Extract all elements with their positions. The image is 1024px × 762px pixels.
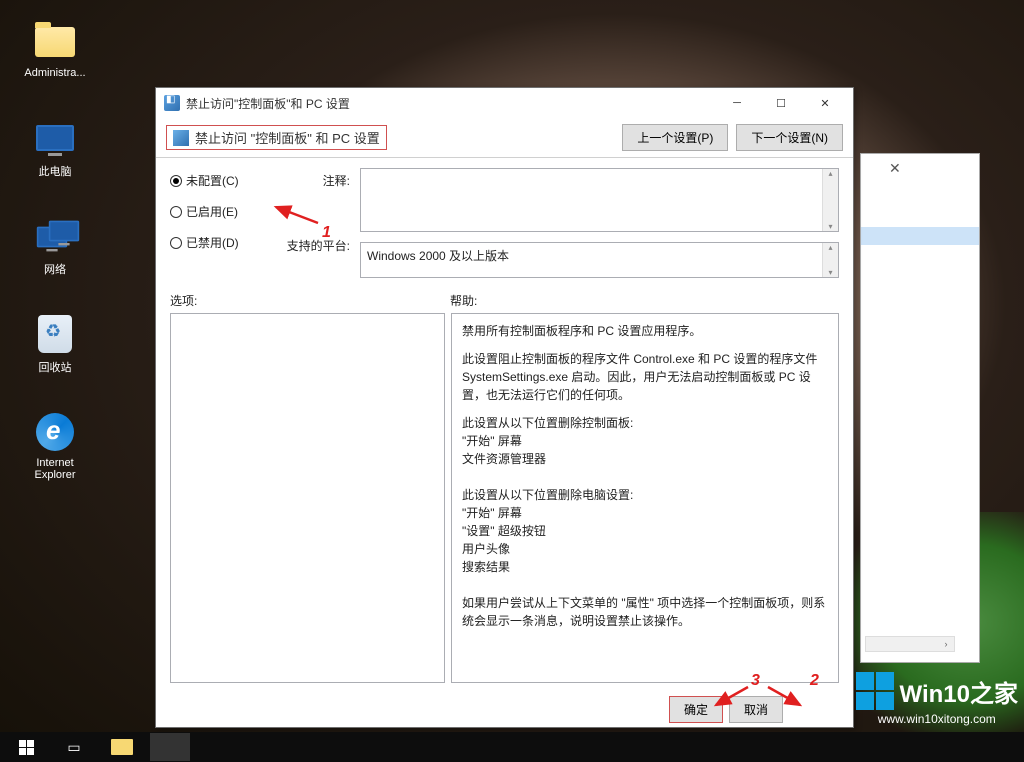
help-text: "开始" 屏幕 xyxy=(462,432,828,450)
desktop-icon-recycle-bin[interactable]: 回收站 xyxy=(20,312,90,375)
help-text: 禁用所有控制面板程序和 PC 设置应用程序。 xyxy=(462,322,828,340)
taskbar[interactable]: ▭ xyxy=(0,732,1024,762)
desktop-icon-label: Explorer xyxy=(20,469,90,481)
minimize-button[interactable]: ─ xyxy=(715,92,759,114)
policy-name-highlight: 禁止访问 "控制面板" 和 PC 设置 xyxy=(166,125,387,150)
ie-icon xyxy=(36,413,74,451)
watermark: Win10之家 www.win10xitong.com xyxy=(856,672,1018,726)
titlebar[interactable]: 禁止访问"控制面板"和 PC 设置 ─ ☐ ✕ xyxy=(156,88,853,118)
vertical-scrollbar[interactable]: ▴▾ xyxy=(822,169,838,231)
radio-dot-icon xyxy=(170,206,182,218)
help-text: 用户头像 xyxy=(462,540,828,558)
policy-name: 禁止访问 "控制面板" 和 PC 设置 xyxy=(195,128,380,147)
next-setting-button[interactable]: 下一个设置(N) xyxy=(736,124,843,151)
task-view-button[interactable]: ▭ xyxy=(54,733,94,761)
horizontal-scrollbar[interactable]: › xyxy=(865,636,955,652)
help-text: 如果用户尝试从上下文菜单的 "属性" 项中选择一个控制面板项，则系统会显示一条消… xyxy=(462,594,828,630)
help-text: "设置" 超级按钮 xyxy=(462,522,828,540)
help-label: 帮助: xyxy=(450,292,839,309)
radio-enabled[interactable]: 已启用(E) xyxy=(170,203,270,220)
supported-label: 支持的平台: xyxy=(280,237,350,254)
windows-logo-icon xyxy=(856,672,894,710)
pc-icon xyxy=(36,125,74,151)
dialog-footer: 确定 取消 xyxy=(156,691,853,727)
background-window[interactable]: ✕ › xyxy=(860,153,980,663)
toolbar: 禁止访问 "控制面板" 和 PC 设置 上一个设置(P) 下一个设置(N) xyxy=(156,118,853,158)
desktop-icon-internet-explorer[interactable]: Internet Explorer xyxy=(20,410,90,481)
help-text: 此设置从以下位置删除电脑设置: xyxy=(462,486,828,504)
recycle-icon xyxy=(38,315,72,353)
help-panel: 禁用所有控制面板程序和 PC 设置应用程序。 此设置阻止控制面板的程序文件 Co… xyxy=(451,313,839,683)
app-icon xyxy=(164,95,180,111)
radio-dot-icon xyxy=(170,237,182,249)
policy-icon xyxy=(173,130,189,146)
radio-not-configured[interactable]: 未配置(C) xyxy=(170,172,270,189)
comment-textarea[interactable]: ▴▾ xyxy=(360,168,839,232)
watermark-url: www.win10xitong.com xyxy=(856,712,1018,726)
scroll-right-icon[interactable]: › xyxy=(938,637,954,651)
ok-button[interactable]: 确定 xyxy=(669,696,723,723)
help-text: "开始" 屏幕 xyxy=(462,504,828,522)
previous-setting-button[interactable]: 上一个设置(P) xyxy=(622,124,728,151)
desktop-icon-label: Administra... xyxy=(20,67,90,79)
help-text: 此设置阻止控制面板的程序文件 Control.exe 和 PC 设置的程序文件 … xyxy=(462,350,828,404)
radio-disabled[interactable]: 已禁用(D) xyxy=(170,234,270,251)
vertical-scrollbar[interactable]: ▴▾ xyxy=(822,243,838,277)
maximize-button[interactable]: ☐ xyxy=(759,92,803,114)
folder-icon xyxy=(35,27,75,57)
radio-label: 未配置(C) xyxy=(186,172,239,189)
supported-value: Windows 2000 及以上版本 xyxy=(367,249,509,263)
annotation-number-1: 1 xyxy=(322,224,331,242)
desktop-icon-label: Internet xyxy=(20,457,90,469)
annotation-number-3: 3 xyxy=(751,672,760,690)
desktop-icon-this-pc[interactable]: 此电脑 xyxy=(20,116,90,179)
desktop-icon-administrator[interactable]: Administra... xyxy=(20,20,90,79)
close-icon[interactable]: ✕ xyxy=(889,160,901,177)
window-title: 禁止访问"控制面板"和 PC 设置 xyxy=(186,95,715,112)
options-panel xyxy=(170,313,445,683)
annotation-number-2: 2 xyxy=(810,672,819,690)
cancel-button[interactable]: 取消 xyxy=(729,696,783,723)
comment-label: 注释: xyxy=(280,172,350,189)
radio-label: 已启用(E) xyxy=(186,203,238,220)
dialog-body: 未配置(C) 已启用(E) 已禁用(D) 注释: 支持的平台: ▴▾ xyxy=(156,158,853,691)
options-label: 选项: xyxy=(170,292,450,309)
desktop-icon-label: 回收站 xyxy=(20,359,90,375)
close-button[interactable]: ✕ xyxy=(803,92,847,114)
task-active-app[interactable] xyxy=(150,733,190,761)
desktop-icon-network[interactable]: 网络 xyxy=(20,214,90,277)
start-button[interactable] xyxy=(6,733,46,761)
radio-dot-icon xyxy=(170,175,182,187)
radio-label: 已禁用(D) xyxy=(186,234,239,251)
watermark-brand: Win10 xyxy=(900,681,970,708)
desktop-icon-label: 网络 xyxy=(20,261,90,277)
help-text: 此设置从以下位置删除控制面板: xyxy=(462,414,828,432)
folder-icon xyxy=(111,739,133,755)
policy-dialog: 禁止访问"控制面板"和 PC 设置 ─ ☐ ✕ 禁止访问 "控制面板" 和 PC… xyxy=(155,87,854,728)
supported-on-field: Windows 2000 及以上版本 ▴▾ xyxy=(360,242,839,278)
list-item-selected[interactable] xyxy=(861,227,979,245)
desktop-icon-label: 此电脑 xyxy=(20,163,90,179)
help-text: 文件资源管理器 xyxy=(462,450,828,468)
task-file-explorer[interactable] xyxy=(102,733,142,761)
help-text: 搜索结果 xyxy=(462,558,828,576)
watermark-suffix: 之家 xyxy=(970,681,1018,708)
